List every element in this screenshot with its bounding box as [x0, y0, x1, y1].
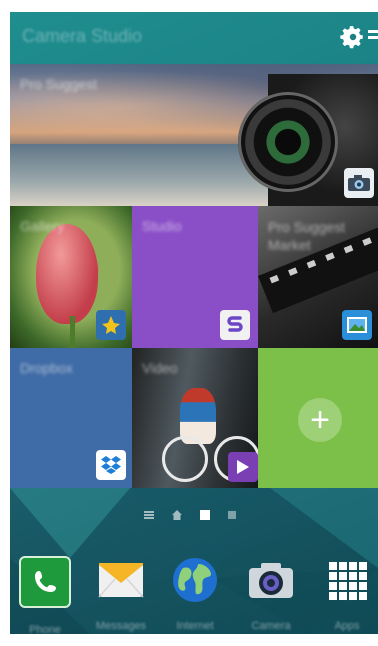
camera-icon [344, 168, 374, 198]
plus-icon[interactable]: + [298, 398, 342, 442]
tile-label: Gallery [20, 218, 65, 234]
studio-icon [220, 310, 250, 340]
tulip-image [36, 224, 98, 324]
tile-pro-suggest[interactable]: Pro Suggest [10, 64, 378, 206]
tile-label: Pro Suggest Market [268, 219, 346, 253]
apps-grid-icon [323, 556, 371, 604]
menu-page-indicator-icon[interactable] [144, 511, 154, 519]
dock-item-messages[interactable]: Messages [94, 556, 148, 632]
tile-add[interactable]: + [258, 348, 378, 488]
tile-dropbox[interactable]: Dropbox [10, 348, 132, 488]
dock-label: Messages [95, 620, 147, 632]
page-dot-active[interactable] [200, 510, 210, 520]
bike-wheel [162, 436, 208, 482]
camera-lens [238, 92, 338, 192]
film-icon [342, 310, 372, 340]
tile-pro-suggest-market[interactable]: Pro Suggest Market [258, 206, 378, 348]
dock: Phone Messages Internet Camera Apps [10, 548, 378, 634]
dock-label: Internet [176, 620, 214, 632]
dock-item-internet[interactable]: Internet [168, 556, 222, 632]
tile-label: Video [142, 360, 178, 376]
tile-gallery[interactable]: Gallery [10, 206, 132, 348]
dock-item-camera[interactable]: Camera [244, 556, 298, 632]
dock-item-apps[interactable]: Apps [320, 556, 374, 632]
play-icon [228, 452, 258, 482]
dock-label: Phone [29, 624, 61, 634]
tile-studio[interactable]: Studio [132, 206, 258, 348]
home-page-indicator-icon[interactable] [172, 510, 182, 520]
top-bar: Camera Studio [10, 12, 378, 64]
gallery-icon [96, 310, 126, 340]
gear-icon[interactable] [340, 24, 366, 50]
phone-icon [19, 556, 71, 608]
globe-icon [171, 556, 219, 604]
menu-icon[interactable] [368, 30, 378, 44]
envelope-icon [97, 556, 145, 604]
page-indicator [144, 508, 236, 522]
home-screen: Camera Studio Pro Suggest Gallery Studio [10, 12, 378, 634]
dock-item-phone[interactable]: Phone [18, 556, 72, 634]
dock-label: Apps [334, 620, 360, 632]
tile-video[interactable]: Video [132, 348, 258, 488]
tile-label: Studio [142, 218, 182, 234]
tile-label: Pro Suggest [20, 76, 98, 92]
dropbox-icon [96, 450, 126, 480]
dock-label: Camera [251, 620, 291, 632]
app-title: Camera Studio [22, 26, 143, 46]
tile-label: Dropbox [20, 360, 73, 376]
camera-icon [247, 556, 295, 604]
page-dot[interactable] [228, 511, 236, 519]
tulip-stem [70, 316, 75, 348]
